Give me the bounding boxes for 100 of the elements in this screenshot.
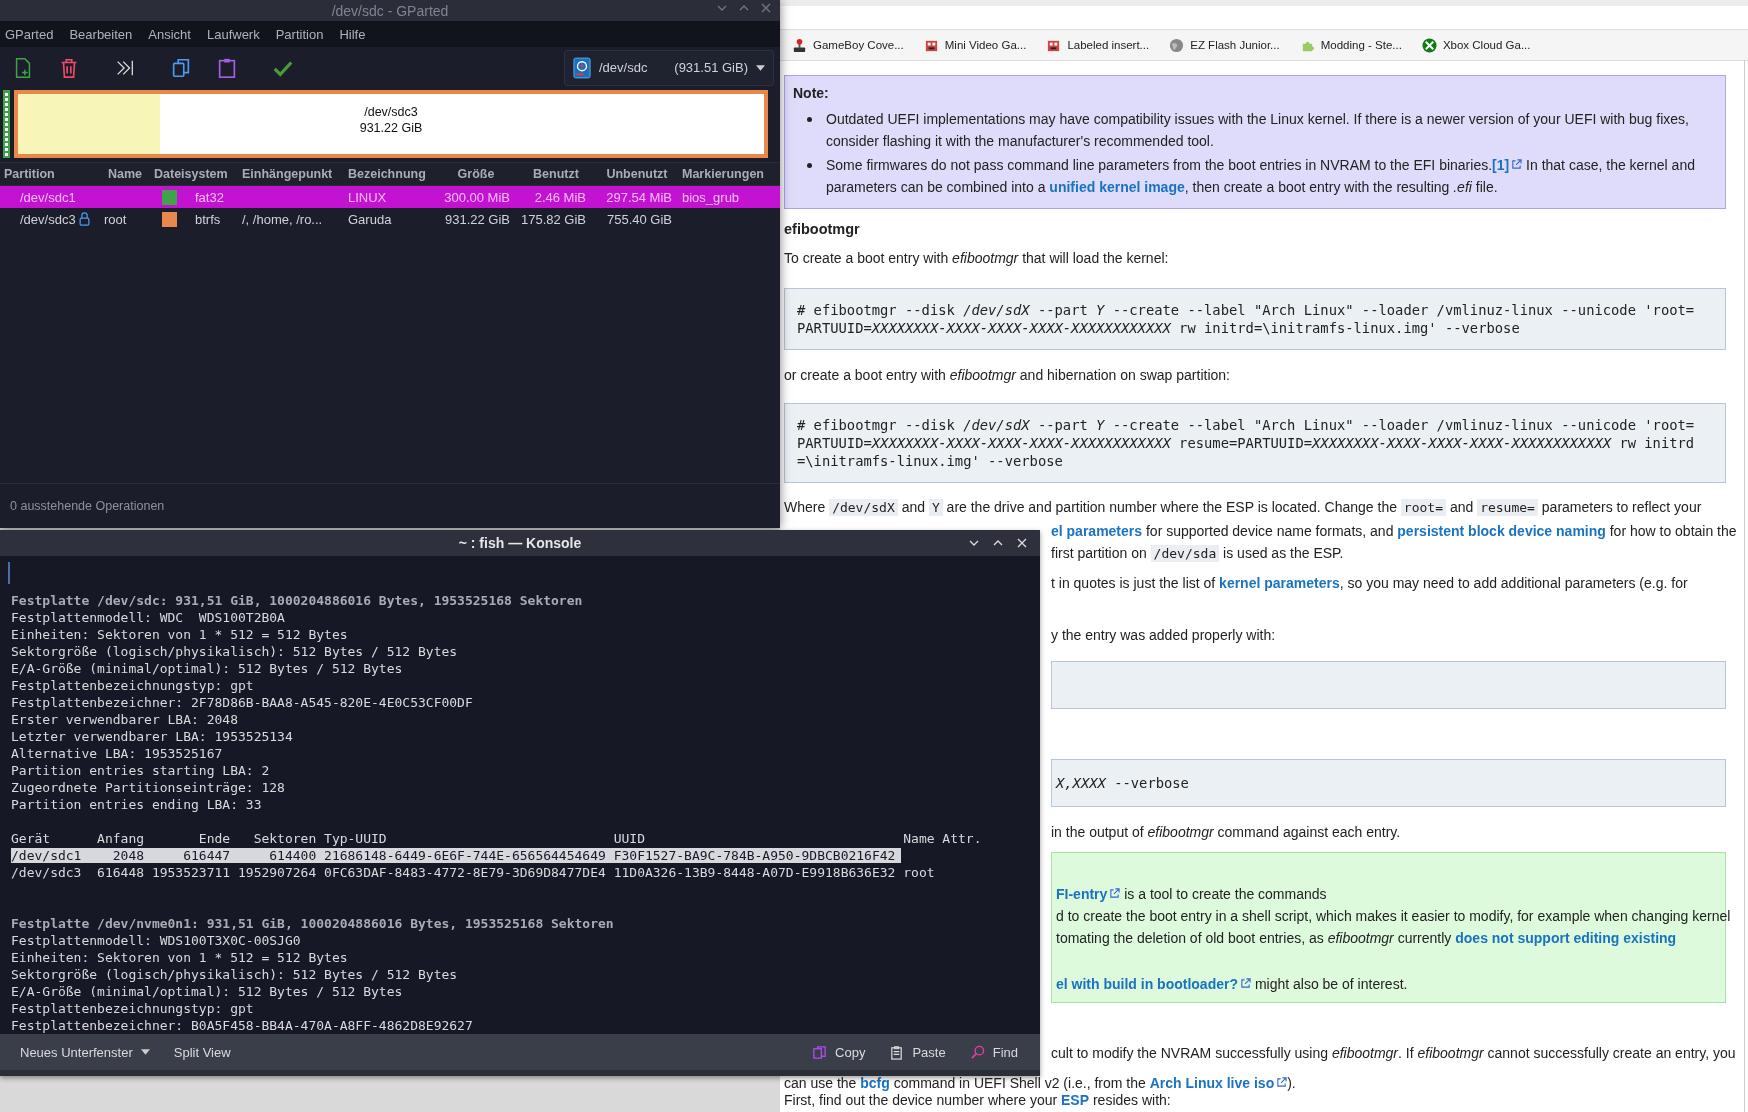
terminal-line: Festplattenmodell: WDS100T3X0C-00SJG0 bbox=[11, 932, 302, 949]
paragraph: or create a boot entry with efibootmgr and hibernation on swap partition: bbox=[784, 366, 1230, 385]
partition-block[interactable]: /dev/sdc3 931.22 GiB bbox=[14, 90, 768, 158]
table-cell: 755.40 GiB bbox=[606, 211, 672, 227]
paragraph: tomating the deletion of old boot entries, as efibootmgr currently does not support editing existing bbox=[1056, 929, 1677, 948]
partition-sliver[interactable] bbox=[3, 90, 10, 158]
inline-code: /dev/sdX bbox=[829, 499, 898, 516]
joystick-icon bbox=[792, 37, 807, 53]
terminal-line: Einheiten: Sektoren von 1 * 512 = 512 Bytes bbox=[11, 949, 349, 966]
table-cell: 2.46 MiB bbox=[534, 189, 586, 205]
code-line: =\initramfs-linux.img' --verbose bbox=[797, 452, 1063, 470]
bullet-dot bbox=[807, 163, 812, 168]
terminal-line: Festplatte /dev/sdc: 931,51 GiB, 1000204886016 Bytes, 1953525168 Sektoren bbox=[11, 592, 584, 609]
scroll-marker bbox=[8, 562, 10, 584]
caret-icon bbox=[140, 1049, 150, 1055]
note-title: Note: bbox=[793, 84, 830, 103]
terminal-line: E/A-Größe (minimal/optimal): 512 Bytes / 512 Bytes bbox=[11, 660, 404, 677]
search-icon bbox=[969, 1044, 985, 1060]
column-header[interactable]: Partition bbox=[0, 167, 104, 181]
code-line: PARTUUID=XXXXXXXX-XXXX-XXXX-XXXX-XXXXXXXXXXXX rw initrd=\initramfs-linux.img' --verbose bbox=[797, 319, 1520, 337]
paragraph: el parameters for supported device name formats, and persistent block device naming for how to obtain the bbox=[1051, 522, 1737, 541]
table-cell: 175.82 GiB bbox=[520, 211, 586, 227]
window-title: /dev/sdc - GParted bbox=[331, 2, 449, 19]
copy-icon[interactable] bbox=[170, 56, 192, 79]
menu-item[interactable]: GParted bbox=[5, 26, 54, 42]
terminal-line: Gerät Anfang Ende Sektoren Typ-UUID UUID Name Attr. bbox=[11, 830, 983, 847]
code-line: # efibootmgr --disk /dev/sdX --part Y --create --label "Arch Linux" --loader /vmlinuz-linux --unicode 'root= bbox=[797, 416, 1695, 434]
terminal-line: Partition entries ending LBA: 33 bbox=[11, 796, 263, 813]
table-cell: /dev/sdc3 bbox=[20, 211, 76, 227]
column-header[interactable]: Markierungen bbox=[678, 167, 780, 181]
menu-item[interactable]: Ansicht bbox=[148, 26, 191, 42]
column-header[interactable]: Bezeichnung bbox=[344, 167, 432, 181]
column-header[interactable]: Größe bbox=[432, 167, 516, 181]
link[interactable]: ESP bbox=[1061, 1092, 1090, 1108]
device-selector[interactable]: /dev/sdc (931.51 GiB) bbox=[564, 49, 774, 86]
paragraph: t in quotes is just the list of kernel parameters, so you may need to add additional parameters (e.g. for bbox=[1051, 574, 1688, 593]
menu-item[interactable]: Bearbeiten bbox=[69, 26, 133, 42]
column-header[interactable]: Name bbox=[104, 167, 150, 181]
link[interactable]: el with build in bootloader? bbox=[1056, 976, 1251, 992]
menu-item[interactable]: Laufwerk bbox=[206, 26, 260, 42]
paragraph: Where /dev/sdX and Y are the drive and partition number where the ESP is located. Change the root= and resume= parameters to reflect your bbox=[784, 498, 1702, 518]
link[interactable]: bcfg bbox=[860, 1075, 890, 1091]
terminal-line: Sektorgröße (logisch/physikalisch): 512 Bytes / 512 Bytes bbox=[11, 966, 459, 983]
bookmark[interactable]: Modding - Ste... bbox=[1299, 37, 1402, 53]
link[interactable]: kernel parameters bbox=[1219, 575, 1340, 591]
table-cell: /dev/sdc1 bbox=[20, 189, 76, 205]
terminal-line: Erster verwendbarer LBA: 2048 bbox=[11, 711, 239, 728]
bullet-dot bbox=[807, 117, 812, 122]
note-item: Outdated UEFI implementations may have compatibility issues with the Linux kernel. If there is a newer version of your UEFI with bug fixes, consider flashing it with the manufacturer's recommended tool. bbox=[826, 110, 1689, 151]
table-cell: LINUX bbox=[348, 189, 387, 205]
terminal-line: Partition entries starting LBA: 2 bbox=[11, 762, 271, 779]
column-header[interactable]: Einhängepunkt bbox=[238, 167, 344, 181]
table-cell: btrfs bbox=[195, 211, 221, 227]
bookmark[interactable]: GameBoy Cove... bbox=[792, 37, 904, 53]
partition-label: /dev/sdc3 bbox=[364, 104, 418, 120]
bookmark[interactable]: Xbox Cloud Ga... bbox=[1421, 37, 1531, 53]
table-cell: fat32 bbox=[195, 189, 224, 205]
toolbar-button[interactable]: Neues Unterfenster bbox=[10, 1040, 160, 1064]
x-circle-icon bbox=[1421, 37, 1437, 53]
toolbar-button[interactable]: Find bbox=[959, 1040, 1028, 1064]
clipboard-icon[interactable] bbox=[216, 56, 238, 79]
external-link-icon bbox=[1511, 159, 1523, 170]
table-cell: root bbox=[104, 211, 127, 227]
inline-code: root= bbox=[1400, 499, 1446, 516]
bookmark[interactable]: Labeled insert... bbox=[1046, 37, 1150, 53]
link[interactable]: persistent block device naming bbox=[1397, 523, 1606, 539]
partition-size: 931.22 GiB bbox=[359, 120, 423, 136]
paragraph: y the entry was added properly with: bbox=[1051, 626, 1276, 645]
link[interactable]: does not support editing existing bbox=[1455, 930, 1677, 946]
column-header[interactable]: Benutzt bbox=[516, 167, 592, 181]
bookmark[interactable]: Mini Video Ga... bbox=[923, 37, 1027, 53]
bookmark[interactable]: EZ Flash Junior... bbox=[1169, 37, 1280, 53]
terminal-line: Festplattenbezeichnungstyp: gpt bbox=[11, 677, 255, 694]
external-link-icon bbox=[1109, 888, 1121, 899]
toolbar-button[interactable]: Split View bbox=[163, 1040, 241, 1064]
column-header[interactable]: Unbenutzt bbox=[592, 167, 678, 181]
terminal-line: Festplattenbezeichnungstyp: gpt bbox=[11, 1000, 255, 1017]
terminal-line: Letzter verwendbarer LBA: 1953525134 bbox=[11, 728, 294, 745]
paragraph: can use the bcfg command in UEFI Shell v2 (i.e., from the Arch Linux live iso ). bbox=[784, 1074, 1296, 1092]
inline-code: /dev/sda bbox=[1150, 545, 1220, 562]
globe-icon bbox=[1169, 37, 1185, 53]
code-line: # efibootmgr --disk /dev/sdX --part Y --create --label "Arch Linux" --loader /vmlinuz-linux --unicode 'root= bbox=[797, 301, 1695, 319]
column-header[interactable]: Dateisystem bbox=[150, 167, 238, 181]
copy-icon bbox=[812, 1044, 828, 1060]
link[interactable]: unified kernel image bbox=[1049, 179, 1185, 195]
window-title: ~ : fish — Konsole bbox=[458, 535, 582, 551]
toolbar-button[interactable]: Copy bbox=[802, 1040, 876, 1064]
paragraph: cult to modify the NVRAM successfully using efibootmgr. If efibootmgr cannot successfully create an entry, you bbox=[1051, 1044, 1736, 1063]
menu-item[interactable]: Hilfe bbox=[339, 26, 366, 42]
partition-row[interactable]: /dev/sdc3 root btrfs /, /home, /ro... Garuda 931.22 GiB 175.82 GiB 755.40 GiB bbox=[0, 208, 780, 230]
paragraph: el with build in bootloader? might also be of interest. bbox=[1056, 975, 1408, 994]
link[interactable]: FI-entry bbox=[1056, 886, 1121, 902]
link[interactable]: el parameters bbox=[1051, 523, 1143, 539]
link[interactable]: [1] bbox=[1492, 157, 1523, 173]
terminal-line: Sektorgröße (logisch/physikalisch): 512 Bytes / 512 Bytes bbox=[11, 643, 459, 660]
toolbar-button[interactable]: Paste bbox=[879, 1040, 956, 1064]
section-heading: efibootmgr bbox=[784, 220, 861, 239]
menu-item[interactable]: Partition bbox=[275, 26, 324, 42]
link[interactable]: Arch Linux live iso bbox=[1149, 1075, 1288, 1091]
external-link-icon bbox=[1240, 978, 1251, 989]
